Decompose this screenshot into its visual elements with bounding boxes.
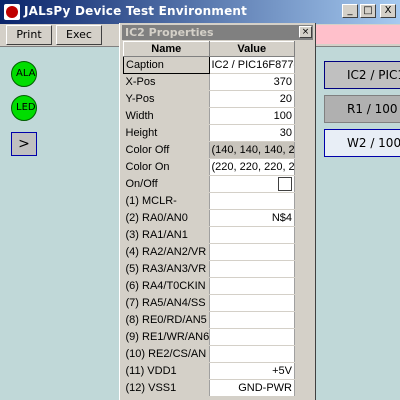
app-icon bbox=[4, 4, 20, 20]
property-name: (12) VSS1 bbox=[123, 379, 210, 397]
property-name: (2) RA0/AN0 bbox=[123, 209, 210, 227]
print-button[interactable]: Print bbox=[6, 25, 52, 45]
property-row[interactable]: (4) RA2/AN2/VR bbox=[123, 243, 295, 261]
property-value[interactable]: IC2 / PIC16F877-P bbox=[209, 56, 295, 74]
property-row[interactable]: (8) RE0/RD/AN5 bbox=[123, 311, 295, 329]
property-value[interactable] bbox=[209, 311, 295, 329]
maximize-button[interactable]: □ bbox=[360, 4, 376, 18]
property-name: (4) RA2/AN2/VR bbox=[123, 243, 210, 261]
property-name: (6) RA4/T0CKIN bbox=[123, 277, 210, 295]
property-value[interactable]: 30 bbox=[209, 124, 295, 142]
property-name: (1) MCLR- bbox=[123, 192, 210, 210]
property-value[interactable]: 100 bbox=[209, 107, 295, 125]
property-value[interactable]: +5V bbox=[209, 362, 295, 380]
close-button[interactable]: X bbox=[380, 4, 396, 18]
property-row[interactable]: CaptionIC2 / PIC16F877-P bbox=[123, 56, 295, 74]
property-row[interactable]: (11) VDD1 +5V bbox=[123, 362, 295, 380]
properties-panel: IC2 Properties × Name Value Caption IC2 /… bbox=[119, 23, 316, 400]
property-value[interactable] bbox=[209, 226, 295, 244]
property-row[interactable]: Color Off (140, 140, 140, 25 bbox=[123, 141, 295, 159]
property-name: (5) RA3/AN3/VR bbox=[123, 260, 210, 278]
property-value[interactable] bbox=[209, 243, 295, 261]
property-name: (11) VDD1 bbox=[123, 362, 210, 380]
property-name: (8) RE0/RD/AN5 bbox=[123, 311, 210, 329]
led-led[interactable]: LED bbox=[11, 95, 37, 121]
device-ic2-button[interactable]: IC2 / PIC16 bbox=[324, 61, 400, 89]
device-w2-button[interactable]: W2 / 100 bbox=[324, 129, 400, 157]
main-titlebar: JALsPy Device Test Environment _ □ X bbox=[0, 0, 400, 24]
property-row[interactable]: (10) RE2/CS/AN bbox=[123, 345, 295, 363]
exec-button[interactable]: Exec bbox=[56, 25, 102, 45]
property-row[interactable]: Width 100 bbox=[123, 107, 295, 125]
property-value[interactable] bbox=[209, 345, 295, 363]
property-row[interactable]: (9) RE1/WR/AN6 bbox=[123, 328, 295, 346]
property-row[interactable]: Color On (220, 220, 220, 25 bbox=[123, 158, 295, 176]
property-value[interactable] bbox=[209, 260, 295, 278]
property-name: Height bbox=[123, 124, 210, 142]
property-row[interactable]: (6) RA4/T0CKIN bbox=[123, 277, 295, 295]
on-off-checkbox[interactable] bbox=[278, 177, 292, 191]
window-title: JALsPy Device Test Environment bbox=[24, 4, 248, 18]
property-row[interactable]: On/Off bbox=[123, 175, 295, 193]
property-name: Color Off bbox=[123, 141, 210, 159]
property-value[interactable]: 20 bbox=[209, 90, 295, 108]
property-name: (9) RE1/WR/AN6 bbox=[123, 328, 210, 346]
panel-title: IC2 Properties bbox=[125, 26, 214, 39]
property-name: Color On bbox=[123, 158, 210, 176]
nav-button[interactable]: > bbox=[11, 132, 37, 156]
property-value[interactable]: (220, 220, 220, 25 bbox=[209, 158, 295, 176]
property-row[interactable]: Height 30 bbox=[123, 124, 295, 142]
led-ala[interactable]: ALA bbox=[11, 61, 37, 87]
column-header-name[interactable]: Name bbox=[123, 41, 210, 57]
property-value[interactable]: GND-PWR bbox=[209, 379, 295, 397]
property-value[interactable] bbox=[209, 294, 295, 312]
property-row[interactable]: (5) RA3/AN3/VR bbox=[123, 260, 295, 278]
property-value[interactable] bbox=[209, 175, 295, 193]
property-row[interactable]: (3) RA1/AN1 bbox=[123, 226, 295, 244]
minimize-button[interactable]: _ bbox=[342, 4, 358, 18]
property-value[interactable] bbox=[209, 192, 295, 210]
property-row[interactable]: X-Pos 370 bbox=[123, 73, 295, 91]
property-value[interactable]: (140, 140, 140, 25 bbox=[209, 141, 295, 159]
property-value[interactable] bbox=[209, 277, 295, 295]
property-name: (7) RA5/AN4/SS bbox=[123, 294, 210, 312]
property-name: (10) RE2/CS/AN bbox=[123, 345, 210, 363]
property-name: Width bbox=[123, 107, 210, 125]
property-name: X-Pos bbox=[123, 73, 210, 91]
property-name: On/Off bbox=[123, 175, 210, 193]
property-row[interactable]: (7) RA5/AN4/SS bbox=[123, 294, 295, 312]
property-row[interactable]: (12) VSS1 GND-PWR bbox=[123, 379, 295, 397]
panel-titlebar: IC2 Properties × bbox=[122, 25, 313, 40]
property-value[interactable]: N$4 bbox=[209, 209, 295, 227]
property-value[interactable] bbox=[209, 328, 295, 346]
panel-close-icon[interactable]: × bbox=[299, 26, 312, 38]
property-value[interactable]: 370 bbox=[209, 73, 295, 91]
property-row[interactable]: (2) RA0/AN0 N$4 bbox=[123, 209, 295, 227]
property-name: Y-Pos bbox=[123, 90, 210, 108]
property-row[interactable]: Y-Pos 20 bbox=[123, 90, 295, 108]
property-row[interactable]: (1) MCLR- bbox=[123, 192, 295, 210]
toolbar-pink-area bbox=[314, 25, 400, 44]
property-name: (3) RA1/AN1 bbox=[123, 226, 210, 244]
properties-grid: Name Value CaptionIC2 / PIC16F877-P X-Po… bbox=[123, 41, 295, 397]
device-r1-button[interactable]: R1 / 100 bbox=[324, 95, 400, 123]
column-header-value[interactable]: Value bbox=[208, 41, 295, 57]
property-name: Caption bbox=[123, 56, 210, 74]
